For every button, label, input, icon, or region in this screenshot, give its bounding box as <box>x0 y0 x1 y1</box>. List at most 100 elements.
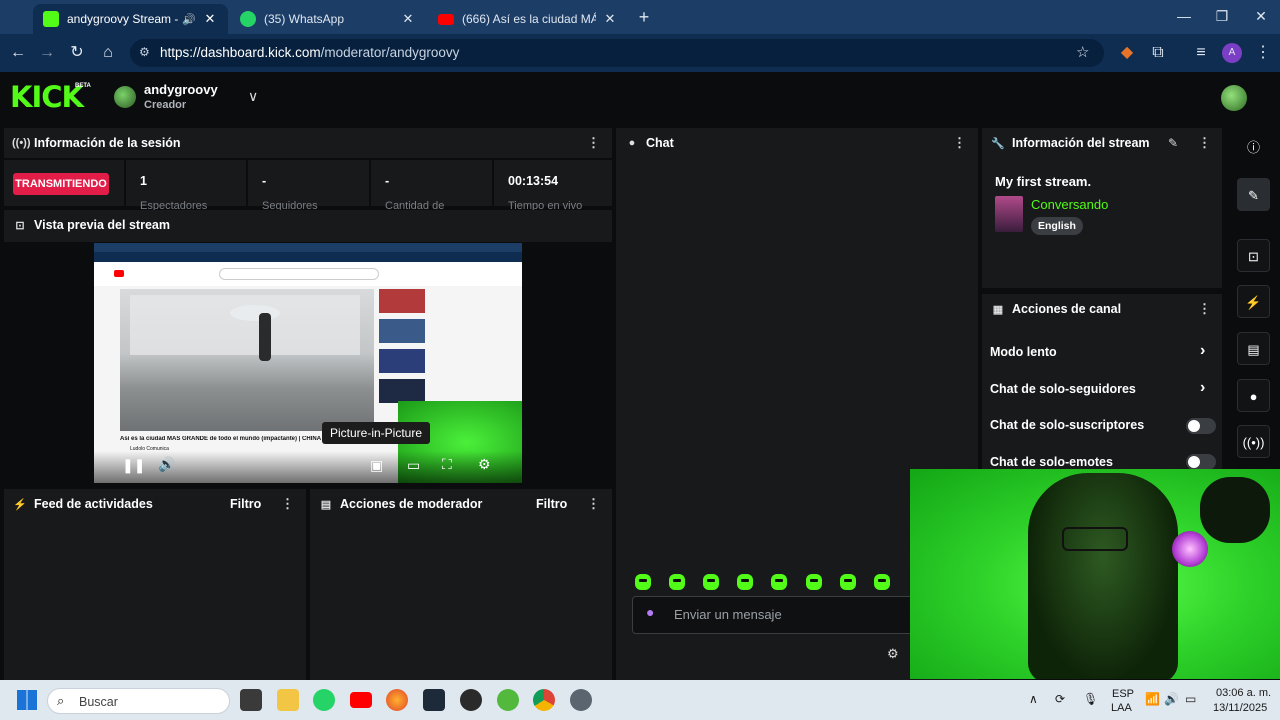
user-avatar[interactable] <box>1221 85 1247 111</box>
battery-icon[interactable]: ▭ <box>1185 692 1196 706</box>
address-bar[interactable]: ⚙ https://dashboard.kick.com/moderator/a… <box>130 39 1104 67</box>
bookmark-star-icon[interactable]: ☆ <box>1076 43 1089 61</box>
edit-pencil-icon[interactable]: ✎ <box>1237 178 1270 211</box>
firefox-icon[interactable] <box>386 689 408 711</box>
webcam-pip-window[interactable] <box>910 469 1280 679</box>
chevron-right-icon[interactable]: › <box>1200 379 1205 397</box>
pause-icon[interactable]: ❚❚ <box>122 457 145 474</box>
fullscreen-icon[interactable]: ⛶ <box>442 456 452 473</box>
stream-category[interactable]: Conversando <box>1031 197 1108 212</box>
browser-menu-icon[interactable]: ⋮ <box>1252 42 1274 64</box>
chevron-right-icon[interactable]: › <box>1200 342 1205 360</box>
chrome-icon[interactable] <box>533 689 555 711</box>
stream-preview-video[interactable]: Así es la ciudad MÁS GRANDE de todo el m… <box>94 243 522 483</box>
chevron-down-icon[interactable]: ∨ <box>248 88 258 105</box>
close-window-button[interactable]: ✕ <box>1249 8 1273 25</box>
clock-time[interactable]: 03:06 a. m. <box>1216 687 1271 699</box>
more-options-icon[interactable]: ⋮ <box>1198 136 1211 149</box>
input-language[interactable]: ESP <box>1112 688 1134 700</box>
chat-settings-gear-icon[interactable]: ⚙ <box>887 646 899 662</box>
media-control-icon[interactable]: ≡ <box>1190 42 1212 64</box>
taskbar-search[interactable]: ⌕ Buscar <box>47 688 230 714</box>
emotes-only-toggle[interactable] <box>1186 454 1216 470</box>
emote-icon[interactable] <box>806 574 822 590</box>
forward-button[interactable]: → <box>36 42 58 64</box>
sync-icon[interactable]: ⟳ <box>1055 692 1065 706</box>
extension-fox-icon[interactable]: ◆ <box>1116 42 1138 64</box>
chat-bubble-icon[interactable]: ● <box>1237 379 1270 412</box>
youtube-icon[interactable] <box>350 692 372 708</box>
emote-icon[interactable] <box>669 574 685 590</box>
youtube-logo-icon <box>114 270 124 277</box>
emote-icon[interactable] <box>737 574 753 590</box>
site-info-icon[interactable]: ⚙ <box>139 45 150 59</box>
kick-logo[interactable]: KICK <box>10 83 84 112</box>
extensions-icon[interactable]: ⧉ <box>1147 42 1169 64</box>
windows-start-icon[interactable] <box>17 690 37 710</box>
obs-icon[interactable] <box>460 689 482 711</box>
action-slow-mode[interactable]: Modo lento <box>990 345 1057 359</box>
tab-kick[interactable]: andygroovy Stream - Kick D 🔊 ✕ <box>33 4 228 34</box>
channel-avatar[interactable] <box>114 86 136 108</box>
microphone-tray-icon[interactable]: 🎙 <box>1083 692 1098 706</box>
whatsapp-favicon <box>240 11 256 27</box>
document-icon[interactable]: ▤ <box>1237 332 1270 365</box>
home-button[interactable]: ⌂ <box>97 42 119 64</box>
emote-icon[interactable] <box>874 574 890 590</box>
file-explorer-icon[interactable] <box>277 689 299 711</box>
picture-in-picture-icon[interactable]: ▣ <box>370 457 383 474</box>
action-emotes-only[interactable]: Chat de solo-emotes <box>990 455 1113 469</box>
illustrator-icon[interactable] <box>423 689 445 711</box>
more-options-icon[interactable]: ⋮ <box>281 497 294 510</box>
youtube-search-box <box>219 268 379 280</box>
volume-icon[interactable]: 🔊 <box>158 456 175 473</box>
panel-title: Acciones de moderador <box>340 497 483 511</box>
emote-icon[interactable] <box>703 574 719 590</box>
emote-icon[interactable] <box>771 574 787 590</box>
new-tab-button[interactable]: + <box>632 6 656 28</box>
whatsapp-icon[interactable] <box>313 689 335 711</box>
channel-name[interactable]: andygroovy <box>144 82 218 97</box>
back-button[interactable]: ← <box>7 42 29 64</box>
reload-button[interactable]: ↻ <box>66 42 88 64</box>
category-thumbnail <box>995 196 1023 232</box>
related-thumb <box>379 379 425 403</box>
wifi-icon[interactable]: 📶 <box>1145 692 1160 706</box>
edit-pencil-icon[interactable]: ✎ <box>1168 136 1178 150</box>
info-icon[interactable]: ⓘ <box>1237 131 1270 164</box>
close-tab-icon[interactable]: ✕ <box>602 11 618 27</box>
emote-icon[interactable] <box>840 574 856 590</box>
filter-button[interactable]: Filtro <box>230 497 261 511</box>
settings-gear-icon[interactable]: ⚙ <box>478 456 491 473</box>
microphone-icon[interactable]: ● <box>646 604 654 620</box>
more-options-icon[interactable]: ⋮ <box>1198 302 1211 315</box>
more-options-icon[interactable]: ⋮ <box>953 136 966 149</box>
close-tab-icon[interactable]: ✕ <box>202 11 218 27</box>
lightning-icon[interactable]: ⚡ <box>1237 285 1270 318</box>
broadcast-icon[interactable]: ((•)) <box>1237 425 1270 458</box>
tab-youtube[interactable]: (666) Así es la ciudad MÁS GRA ✕ <box>428 4 628 34</box>
volume-tray-icon[interactable]: 🔊 <box>1164 692 1179 706</box>
close-tab-icon[interactable]: ✕ <box>400 11 416 27</box>
emote-icon[interactable] <box>635 574 651 590</box>
tray-chevron-up-icon[interactable]: ∧ <box>1029 692 1038 706</box>
settings-icon[interactable] <box>570 689 592 711</box>
more-options-icon[interactable]: ⋮ <box>587 497 600 510</box>
profile-avatar[interactable]: A <box>1222 43 1242 63</box>
subscribers-only-toggle[interactable] <box>1186 418 1216 434</box>
keyboard-layout[interactable]: LAA <box>1111 702 1132 714</box>
preview-icon[interactable]: ⊡ <box>1237 239 1270 272</box>
speaker-icon[interactable]: 🔊 <box>182 13 196 26</box>
minimize-button[interactable]: — <box>1172 8 1196 24</box>
theater-icon[interactable]: ▭ <box>407 457 420 474</box>
task-view-icon[interactable] <box>240 689 262 711</box>
filter-button[interactable]: Filtro <box>536 497 567 511</box>
clock-date[interactable]: 13/11/2025 <box>1213 702 1267 714</box>
utorrent-icon[interactable] <box>497 689 519 711</box>
restore-button[interactable]: ❐ <box>1210 8 1234 25</box>
action-followers-only[interactable]: Chat de solo-seguidores <box>990 382 1136 396</box>
youtube-header <box>94 262 522 286</box>
action-subscribers-only[interactable]: Chat de solo-suscriptores <box>990 418 1144 432</box>
more-options-icon[interactable]: ⋮ <box>587 136 600 149</box>
tab-whatsapp[interactable]: (35) WhatsApp ✕ <box>230 4 426 34</box>
